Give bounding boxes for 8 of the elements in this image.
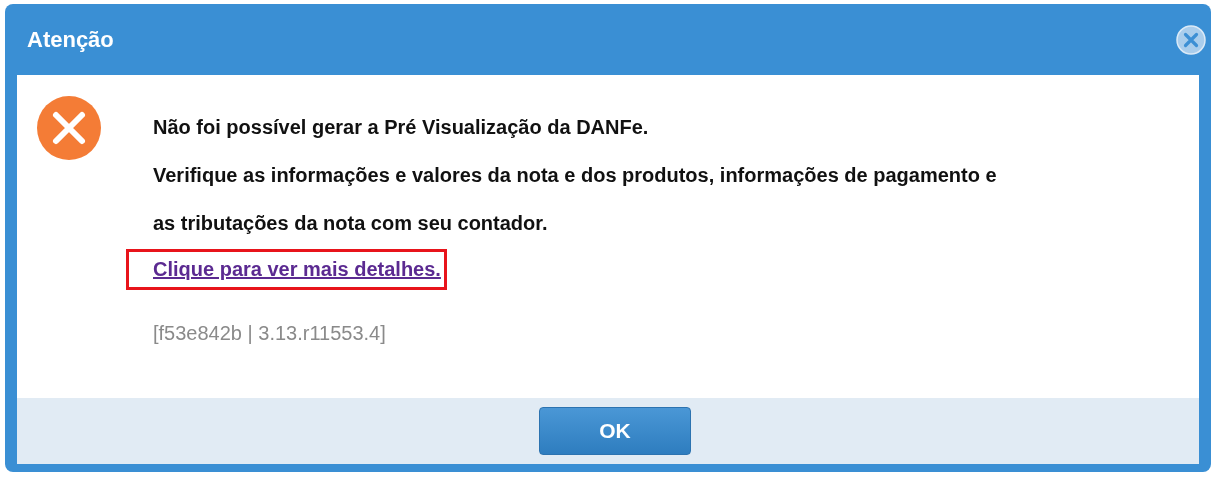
version-text: [f53e842b | 3.13.r11553.4] — [153, 322, 387, 345]
error-icon — [36, 95, 102, 161]
close-icon[interactable] — [1176, 24, 1206, 55]
dialog-title: Atenção — [27, 26, 114, 53]
details-link[interactable]: Clique para ver mais detalhes. — [153, 258, 441, 280]
ok-button[interactable]: OK — [539, 407, 691, 455]
error-message: Verifique as informações e valores da nota e dos produtos, informações de pagamento e as tributações da nota com seu contador. — [153, 163, 998, 236]
error-message: Não foi possível gerar a Pré Visualização da DANFe. — [153, 115, 650, 140]
